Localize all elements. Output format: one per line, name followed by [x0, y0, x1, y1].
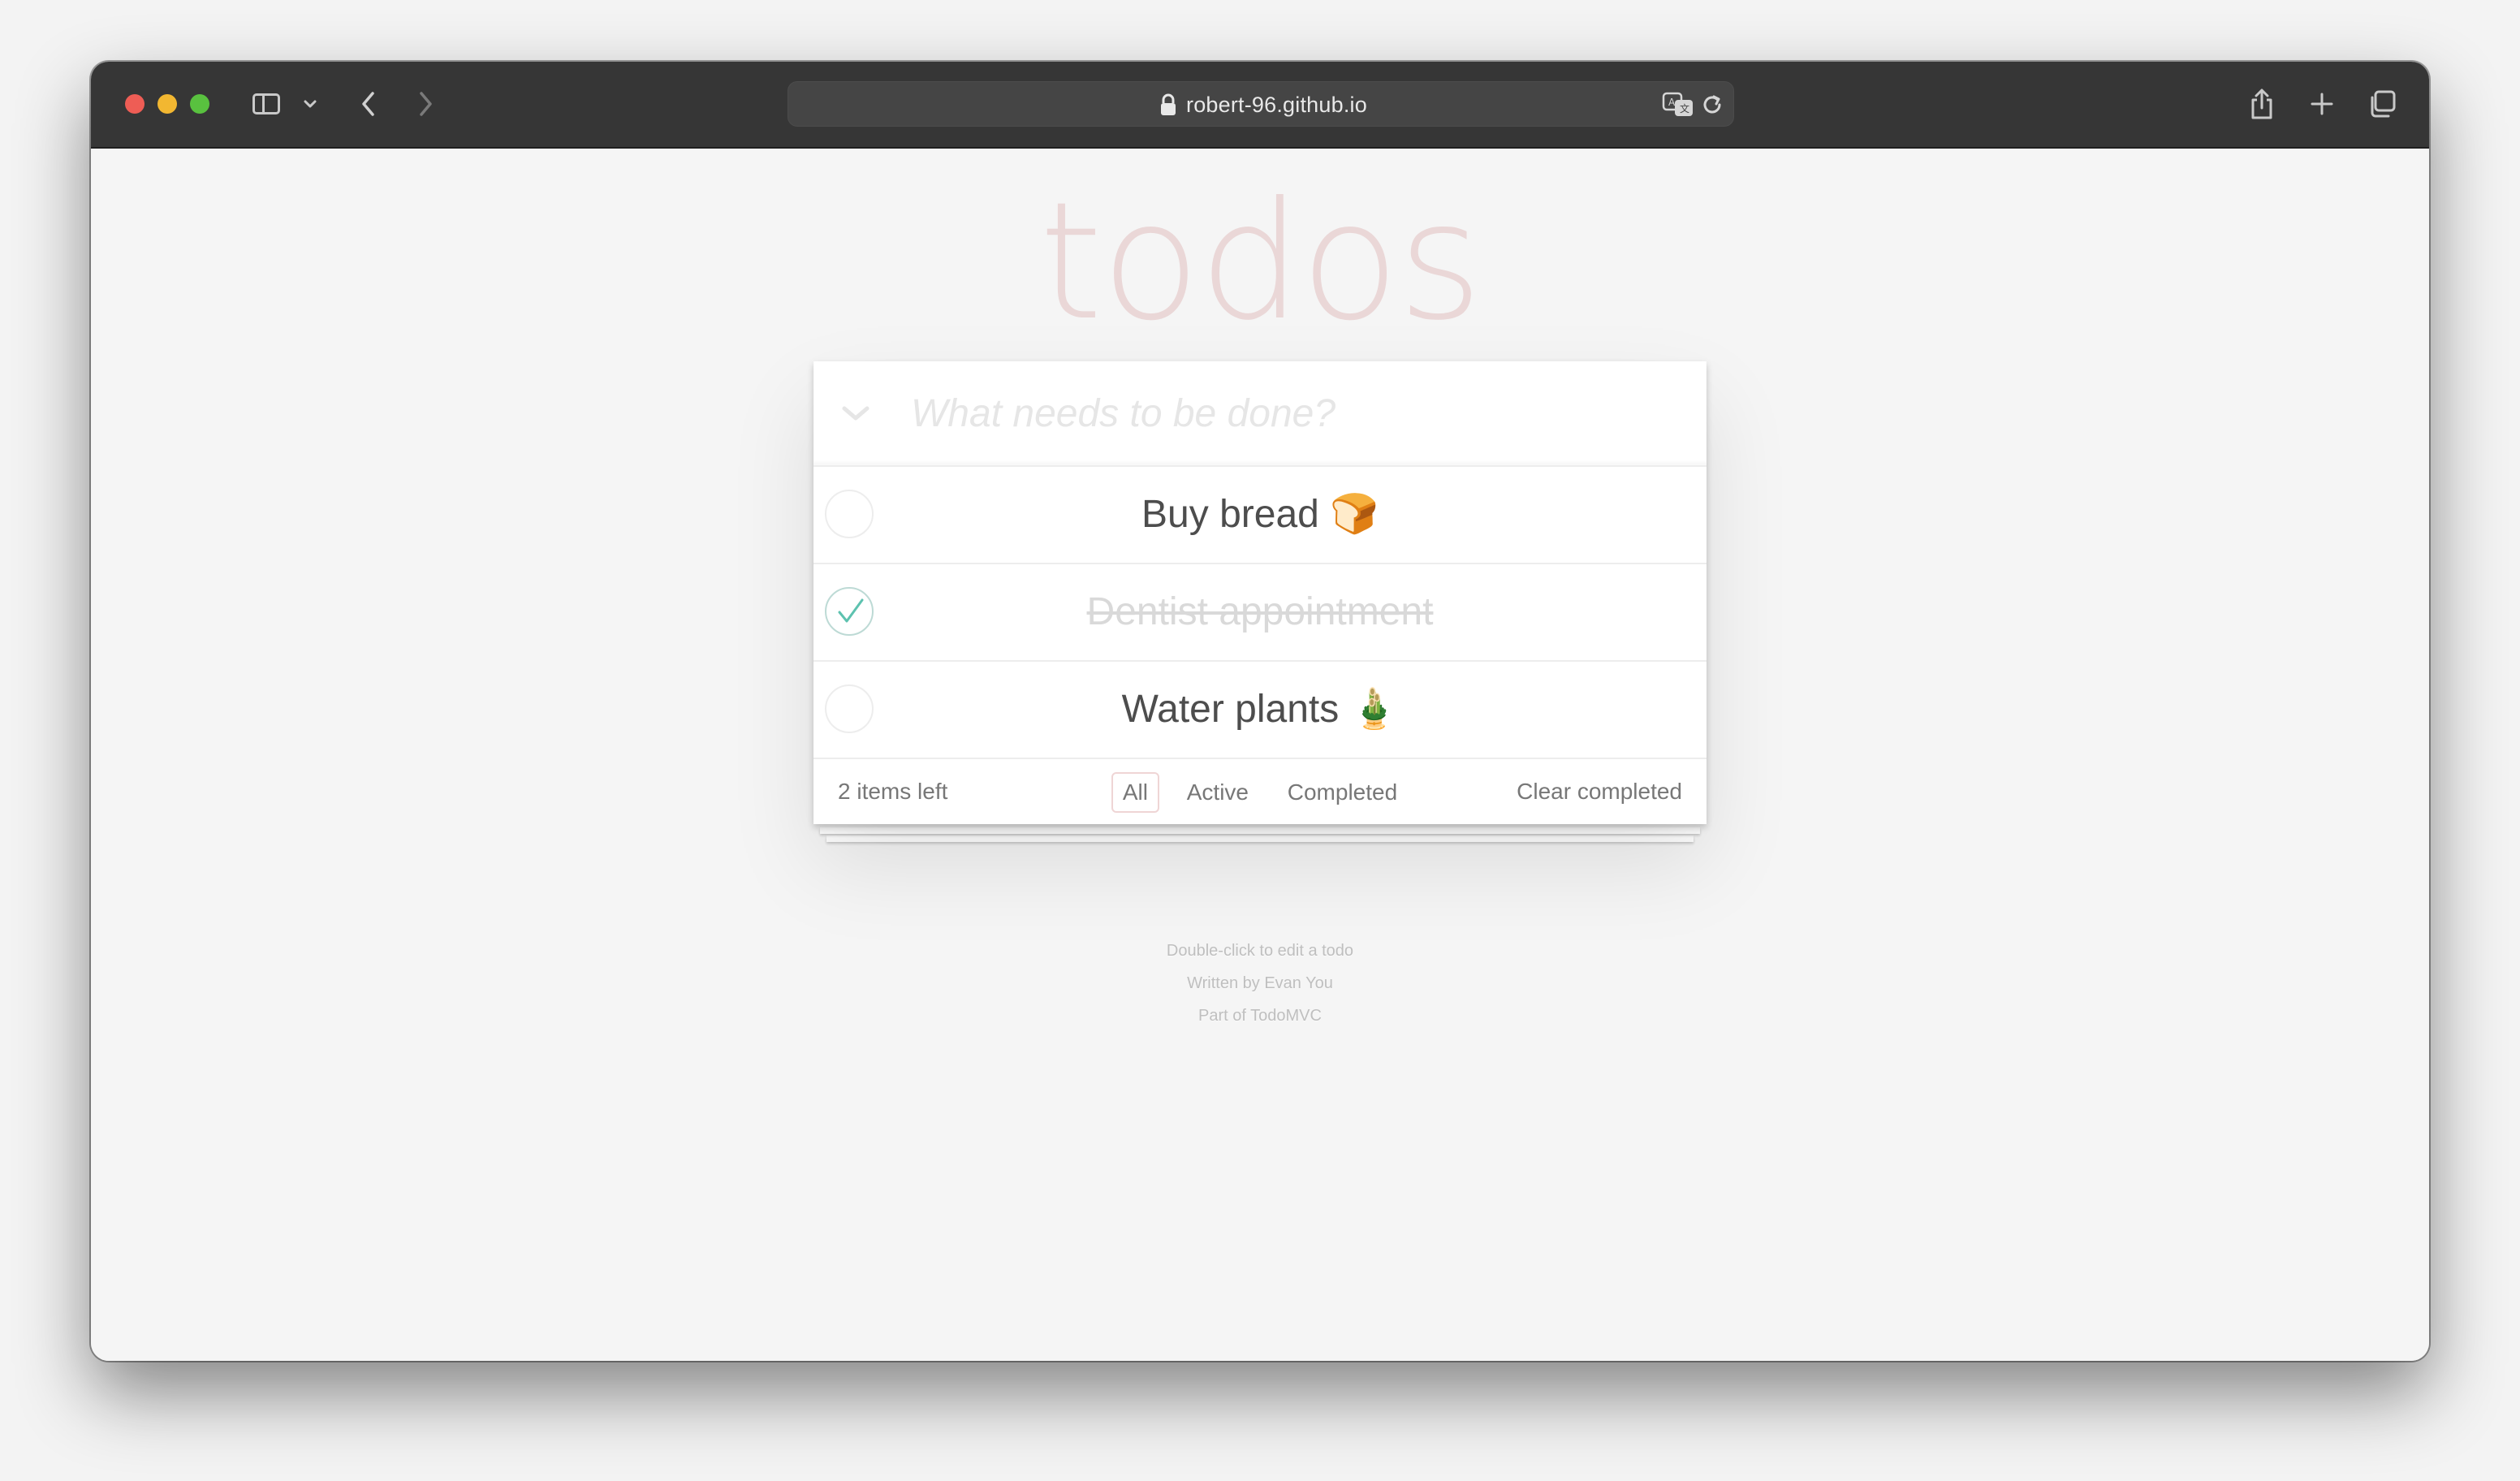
svg-text:文: 文: [1680, 102, 1689, 114]
todo-app: Buy bread 🍞 Dentist appointment Water pl…: [813, 361, 1707, 824]
checkmark-icon: [838, 598, 864, 623]
share-icon[interactable]: [2246, 86, 2278, 122]
stack-shadow: [826, 835, 1694, 842]
chevron-down-icon[interactable]: [300, 86, 320, 122]
info-footer: Double-click to edit a todo Written by E…: [91, 935, 2429, 1032]
translate-icon[interactable]: A 文: [1662, 90, 1694, 119]
toggle-all-icon[interactable]: [830, 392, 882, 434]
reload-icon[interactable]: [1699, 92, 1725, 118]
todo-toggle-checkbox[interactable]: [825, 587, 874, 636]
stack-shadow: [820, 827, 1700, 834]
clear-completed-button[interactable]: Clear completed: [1517, 759, 1682, 824]
todo-toggle-checkbox[interactable]: [825, 684, 874, 733]
chevron-right-icon[interactable]: [411, 86, 440, 122]
info-author: Written by Evan You: [1187, 974, 1333, 992]
todo-item: Dentist appointment: [813, 564, 1707, 662]
lock-icon: [1161, 93, 1176, 115]
todo-item: Water plants 🎍: [813, 662, 1707, 759]
new-todo-input[interactable]: [911, 386, 1674, 441]
filter-all[interactable]: All: [1111, 772, 1159, 813]
todo-toggle-checkbox[interactable]: [825, 490, 874, 538]
minimize-window-button[interactable]: [158, 94, 177, 114]
filter-completed[interactable]: Completed: [1276, 772, 1409, 813]
page-content: todos Buy bread 🍞: [91, 149, 2429, 1361]
sidebar-icon[interactable]: [250, 86, 283, 122]
close-window-button[interactable]: [125, 94, 145, 114]
chevron-left-icon[interactable]: [354, 86, 383, 122]
filter-active[interactable]: Active: [1176, 772, 1260, 813]
browser-window: robert-96.github.io A 文 todos What needs…: [91, 62, 2429, 1361]
todo-list: Buy bread 🍞 Dentist appointment Water pl…: [813, 467, 1707, 759]
todo-header: [813, 361, 1707, 467]
plus-icon[interactable]: [2306, 86, 2338, 122]
info-todomvc: Part of TodoMVC: [1198, 1007, 1322, 1025]
tabs-icon[interactable]: [2366, 86, 2398, 122]
app-title: todos: [1038, 167, 1482, 356]
info-edit-hint: Double-click to edit a todo: [1166, 942, 1354, 960]
zoom-window-button[interactable]: [190, 94, 209, 114]
todo-label[interactable]: Dentist appointment: [911, 564, 1609, 660]
todo-footer: 2 items left All Active Completed Clear …: [813, 759, 1707, 824]
svg-text:A: A: [1668, 97, 1676, 108]
address-bar[interactable]: robert-96.github.io A 文: [788, 81, 1734, 127]
todo-label[interactable]: Buy bread 🍞: [911, 467, 1609, 563]
todo-item: Buy bread 🍞: [813, 467, 1707, 564]
url-text: robert-96.github.io: [1186, 93, 1367, 117]
browser-toolbar: robert-96.github.io A 文: [91, 62, 2429, 149]
todo-label[interactable]: Water plants 🎍: [911, 662, 1609, 758]
